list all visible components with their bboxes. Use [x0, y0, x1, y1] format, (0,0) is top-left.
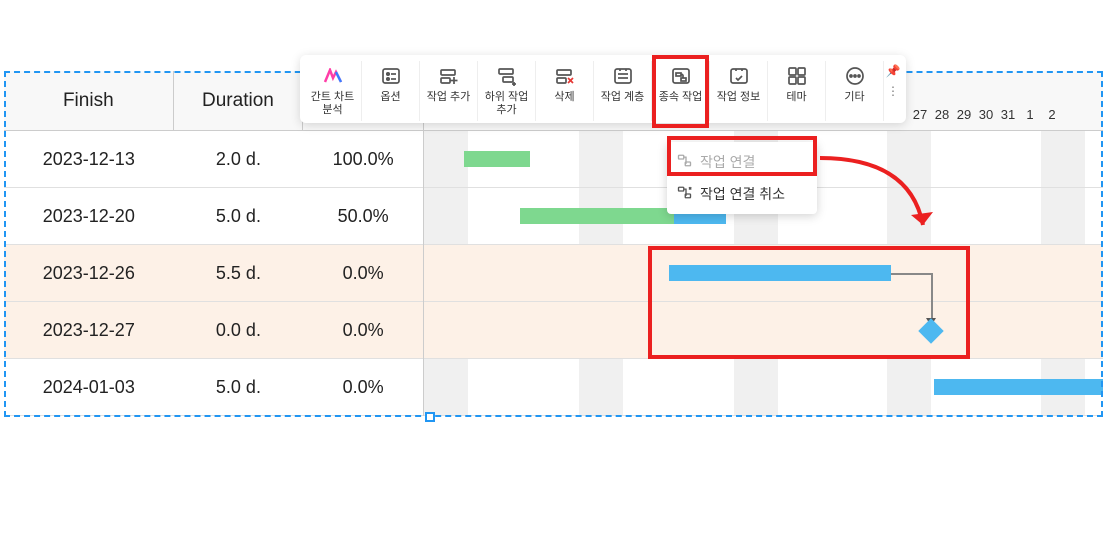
timeline-day: 30 [975, 107, 997, 122]
cell-duration: 0.0 d. [174, 320, 304, 341]
table-row[interactable]: 2023-12-265.5 d.0.0% [4, 245, 423, 302]
hierarchy-icon [613, 63, 633, 89]
timeline-day: 31 [997, 107, 1019, 122]
cell-duration: 5.5 d. [174, 263, 304, 284]
vertical-dots-icon: ⋮ [887, 84, 899, 98]
timeline-day: 1 [1019, 107, 1041, 122]
theme-icon [787, 63, 807, 89]
dependent-task-button[interactable]: 종속 작업 [652, 61, 710, 121]
add-subtask-icon [497, 63, 517, 89]
link-icon [677, 153, 692, 172]
cell-duration: 5.0 d. [174, 206, 304, 227]
task-info-icon [729, 63, 749, 89]
table-row[interactable]: 2023-12-270.0 d.0.0% [4, 302, 423, 359]
timeline-day: 2 [1041, 107, 1063, 122]
selection-handle-bottom[interactable] [425, 412, 435, 422]
table-row[interactable]: 2023-12-132.0 d.100.0% [4, 131, 423, 188]
dependent-task-icon [671, 63, 691, 89]
more-icon [845, 63, 865, 89]
task-hierarchy-button[interactable]: 작업 계층 [594, 61, 652, 121]
timeline-day: 29 [953, 107, 975, 122]
cell-pct: 100.0% [303, 149, 423, 170]
gantt-row [424, 302, 1103, 359]
header-duration: Duration [174, 71, 304, 130]
logo-icon [323, 63, 343, 89]
gantt-row [424, 245, 1103, 302]
gantt-bar-task1-complete[interactable] [464, 151, 530, 167]
more-button[interactable]: 기타 [826, 61, 884, 121]
link-tasks-item[interactable]: 작업 연결 [667, 146, 817, 178]
cell-finish: 2023-12-27 [4, 320, 174, 341]
gantt-bar-task3[interactable] [669, 265, 891, 281]
add-subtask-button[interactable]: 하위 작업 추가 [478, 61, 536, 121]
toolbar-pin[interactable]: 📌 ⋮ [884, 61, 902, 121]
table-row[interactable]: 2023-12-205.0 d.50.0% [4, 188, 423, 245]
cell-finish: 2023-12-13 [4, 149, 174, 170]
timeline-day: 27 [909, 107, 931, 122]
cell-duration: 2.0 d. [174, 149, 304, 170]
pin-icon: 📌 [886, 64, 901, 78]
unlink-icon [677, 185, 692, 204]
cell-pct: 0.0% [303, 377, 423, 398]
cell-pct: 0.0% [303, 263, 423, 284]
add-task-button[interactable]: 작업 추가 [420, 61, 478, 121]
context-toolbar: 간트 차트 분석 옵션 작업 추가 하위 작업 추가 삭제 작업 계층 종속 [300, 55, 906, 123]
cell-pct: 0.0% [303, 320, 423, 341]
unlink-tasks-item[interactable]: 작업 연결 취소 [667, 178, 817, 210]
gantt-analysis-button[interactable]: 간트 차트 분석 [304, 61, 362, 121]
gantt-bar-task5[interactable] [934, 379, 1103, 395]
options-button[interactable]: 옵션 [362, 61, 420, 121]
gantt-row [424, 359, 1103, 416]
dependent-task-dropdown: 작업 연결 작업 연결 취소 [667, 142, 817, 214]
delete-button[interactable]: 삭제 [536, 61, 594, 121]
theme-button[interactable]: 테마 [768, 61, 826, 121]
delete-task-icon [555, 63, 575, 89]
cell-duration: 5.0 d. [174, 377, 304, 398]
cell-finish: 2024-01-03 [4, 377, 174, 398]
options-icon [381, 63, 401, 89]
timeline-day: 28 [931, 107, 953, 122]
milestone-task4[interactable] [918, 318, 943, 343]
cell-finish: 2023-12-26 [4, 263, 174, 284]
gantt-bar-task2-complete[interactable] [520, 208, 674, 224]
task-info-button[interactable]: 작업 정보 [710, 61, 768, 121]
cell-finish: 2023-12-20 [4, 206, 174, 227]
header-finish: Finish [4, 71, 174, 130]
cell-pct: 50.0% [303, 206, 423, 227]
table-row[interactable]: 2024-01-035.0 d.0.0% [4, 359, 423, 416]
add-task-icon [439, 63, 459, 89]
